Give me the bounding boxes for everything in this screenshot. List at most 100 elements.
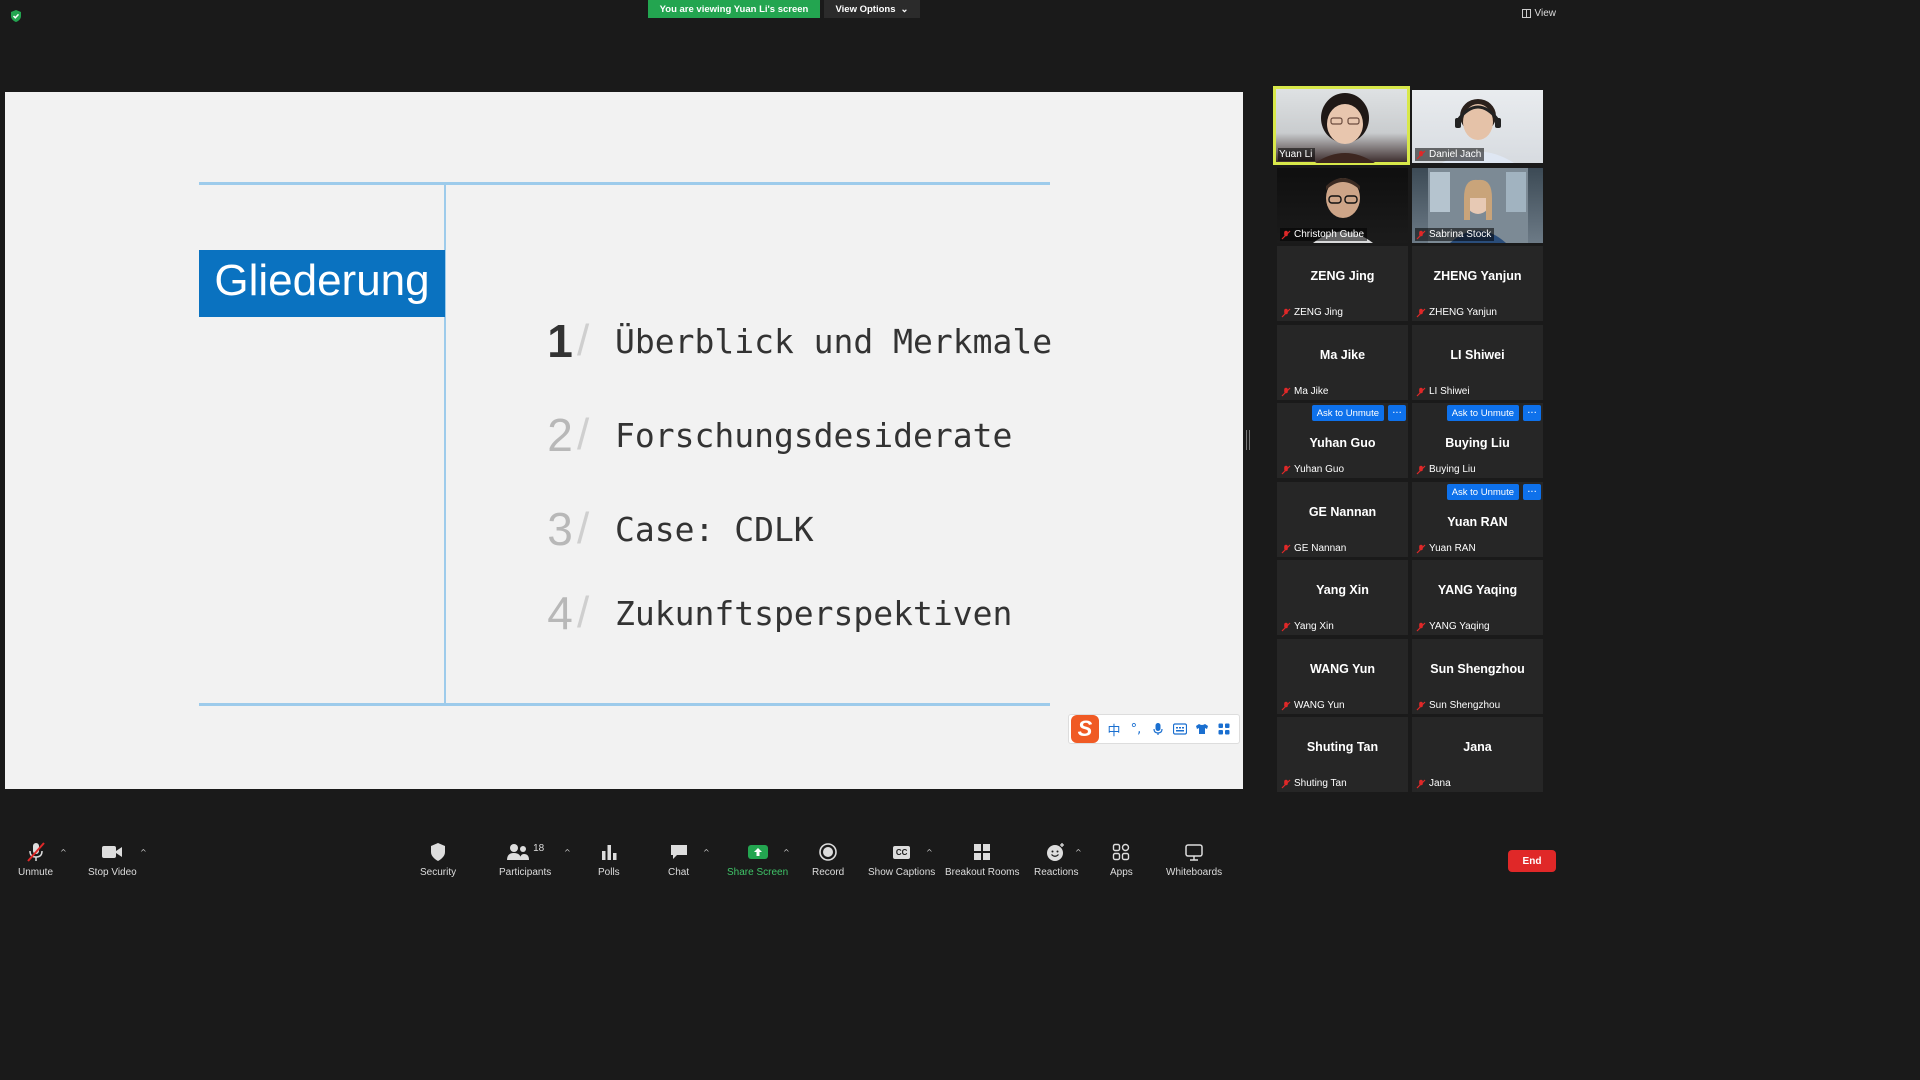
toc-slash: / <box>577 316 590 365</box>
participant-name: ZHENG Yanjun <box>1429 307 1497 318</box>
participants-options-caret-icon[interactable]: ^ <box>564 848 571 857</box>
polls-button[interactable]: Polls <box>598 842 620 878</box>
microphone-icon[interactable] <box>1151 722 1165 736</box>
video-options-caret-icon[interactable]: ^ <box>140 848 147 857</box>
video-tile-yuan-li[interactable]: Yuan Li <box>1273 86 1410 165</box>
participant-name-label: Shuting Tan <box>1280 777 1350 790</box>
more-options-button[interactable]: ··· <box>1388 405 1406 421</box>
apps-button[interactable]: Apps <box>1110 842 1133 878</box>
whiteboards-label: Whiteboards <box>1166 867 1223 878</box>
participant-tile[interactable]: WANG Yun WANG Yun <box>1277 639 1408 714</box>
participant-name-label: Ma Jike <box>1280 385 1331 398</box>
participant-tile[interactable]: Yang Xin Yang Xin <box>1277 560 1408 635</box>
polls-icon <box>601 845 617 860</box>
participant-name: Daniel Jach <box>1429 149 1482 160</box>
share-screen-button[interactable]: Share Screen <box>727 842 788 878</box>
participant-tile[interactable]: Jana Jana <box>1412 717 1543 792</box>
participant-name-label: Yuhan Guo <box>1280 463 1347 476</box>
participant-tile[interactable]: Ask to Unmute ··· Yuan RAN Yuan RAN <box>1412 482 1543 557</box>
participant-name: LI Shiwei <box>1429 386 1470 397</box>
participant-name-label: Christoph Gube <box>1280 228 1368 241</box>
toc-number: 3 <box>547 503 573 555</box>
participant-tile[interactable]: Ask to Unmute ··· Buying Liu Buying Liu <box>1412 403 1543 478</box>
ime-toolbar[interactable]: S 中 °, <box>1068 714 1240 744</box>
reactions-button[interactable]: Reactions <box>1034 842 1078 878</box>
video-tile-sabrina-stock[interactable]: Sabrina Stock <box>1412 168 1543 243</box>
participant-tile[interactable]: Ask to Unmute ··· Yuhan Guo Yuhan Guo <box>1277 403 1408 478</box>
security-label: Security <box>420 867 457 878</box>
toc-text: Überblick und Merkmale <box>615 321 1053 361</box>
mic-muted-icon <box>1281 622 1291 631</box>
more-options-button[interactable]: ··· <box>1523 405 1541 421</box>
toc-number: 1 <box>547 315 573 367</box>
record-button[interactable]: Record <box>812 842 844 878</box>
encryption-shield-icon[interactable] <box>9 9 23 23</box>
ime-language-toggle[interactable]: 中 <box>1107 720 1121 739</box>
more-options-button[interactable]: ··· <box>1523 484 1541 500</box>
toc-item-1: 1 / Überblick und Merkmale <box>545 314 1052 368</box>
mic-muted-icon <box>1416 150 1426 159</box>
mic-muted-icon <box>1416 387 1426 396</box>
ask-to-unmute-button[interactable]: Ask to Unmute <box>1446 484 1519 500</box>
stop-video-button[interactable]: Stop Video <box>88 842 137 878</box>
end-meeting-button[interactable]: End <box>1508 850 1556 872</box>
toc-item-2: 2 / Forschungsdesiderate <box>545 408 1012 462</box>
ask-to-unmute-button[interactable]: Ask to Unmute <box>1446 405 1519 421</box>
chat-options-caret-icon[interactable]: ^ <box>703 848 710 857</box>
mic-muted-icon <box>1281 387 1291 396</box>
toc-number: 4 <box>547 587 573 639</box>
participant-tile[interactable]: ZENG Jing ZENG Jing <box>1277 246 1408 321</box>
reactions-options-caret-icon[interactable]: ^ <box>1075 848 1082 857</box>
ime-punctuation-toggle[interactable]: °, <box>1129 722 1143 737</box>
toc-text: Zukunftsperspektiven <box>615 593 1013 633</box>
mic-muted-icon <box>1281 701 1291 710</box>
slide-top-rule <box>199 182 1050 185</box>
unmute-button[interactable]: Unmute <box>18 842 53 878</box>
ask-to-unmute-button[interactable]: Ask to Unmute <box>1311 405 1384 421</box>
video-tile-daniel-jach[interactable]: Daniel Jach <box>1412 90 1543 163</box>
participant-tile[interactable]: YANG Yaqing YANG Yaqing <box>1412 560 1543 635</box>
show-captions-label: Show Captions <box>868 867 936 878</box>
view-options-button[interactable]: View Options ⌄ <box>824 0 920 18</box>
share-options-caret-icon[interactable]: ^ <box>783 848 790 857</box>
mic-muted-icon <box>1416 701 1426 710</box>
skin-shirt-icon[interactable] <box>1195 723 1209 735</box>
chat-button[interactable]: Chat <box>668 842 689 878</box>
breakout-rooms-button[interactable]: Breakout Rooms <box>945 842 1019 878</box>
participant-name: Buying Liu <box>1429 464 1476 475</box>
toc-item-4: 4 / Zukunftsperspektiven <box>545 586 1012 640</box>
participant-tile[interactable]: Shuting Tan Shuting Tan <box>1277 717 1408 792</box>
participant-name: Sabrina Stock <box>1429 229 1492 240</box>
participant-tile[interactable]: GE Nannan GE Nannan <box>1277 482 1408 557</box>
participant-name-label: ZENG Jing <box>1280 306 1346 319</box>
reactions-label: Reactions <box>1034 867 1079 878</box>
layout-icon <box>1521 9 1531 18</box>
view-options-label: View Options <box>835 3 896 15</box>
audio-options-caret-icon[interactable]: ^ <box>60 848 67 857</box>
toc-text: Forschungsdesiderate <box>615 415 1013 455</box>
participant-name: Yuhan Guo <box>1294 464 1345 475</box>
panel-resize-handle[interactable] <box>1246 430 1250 450</box>
participant-name-label: Yang Xin <box>1280 620 1337 633</box>
participants-button[interactable]: 18 Participants <box>499 842 551 879</box>
ime-logo[interactable]: S <box>1071 715 1099 743</box>
participant-tile[interactable]: LI Shiwei LI Shiwei <box>1412 325 1543 400</box>
captions-options-caret-icon[interactable]: ^ <box>926 848 933 857</box>
mic-muted-icon <box>1416 779 1426 788</box>
participant-tile[interactable]: Sun Shengzhou Sun Shengzhou <box>1412 639 1543 714</box>
shield-icon <box>431 843 446 861</box>
keyboard-icon[interactable] <box>1173 723 1187 735</box>
video-tile-christoph-gube[interactable]: Christoph Gube <box>1277 168 1408 243</box>
view-layout-button[interactable]: View <box>1521 8 1556 19</box>
participant-display-name: Yuhan Guo <box>1309 435 1376 450</box>
apps-grid-icon[interactable] <box>1217 723 1231 735</box>
whiteboards-button[interactable]: Whiteboards <box>1166 842 1222 878</box>
reactions-icon <box>1047 843 1065 861</box>
participant-tile[interactable]: ZHENG Yanjun ZHENG Yanjun <box>1412 246 1543 321</box>
participant-display-name: Jana <box>1463 739 1492 754</box>
video-camera-icon <box>102 846 123 858</box>
participant-tile[interactable]: Ma Jike Ma Jike <box>1277 325 1408 400</box>
slide-heading-underline <box>199 314 445 317</box>
toc-number: 2 <box>547 409 573 461</box>
security-button[interactable]: Security <box>420 842 456 878</box>
